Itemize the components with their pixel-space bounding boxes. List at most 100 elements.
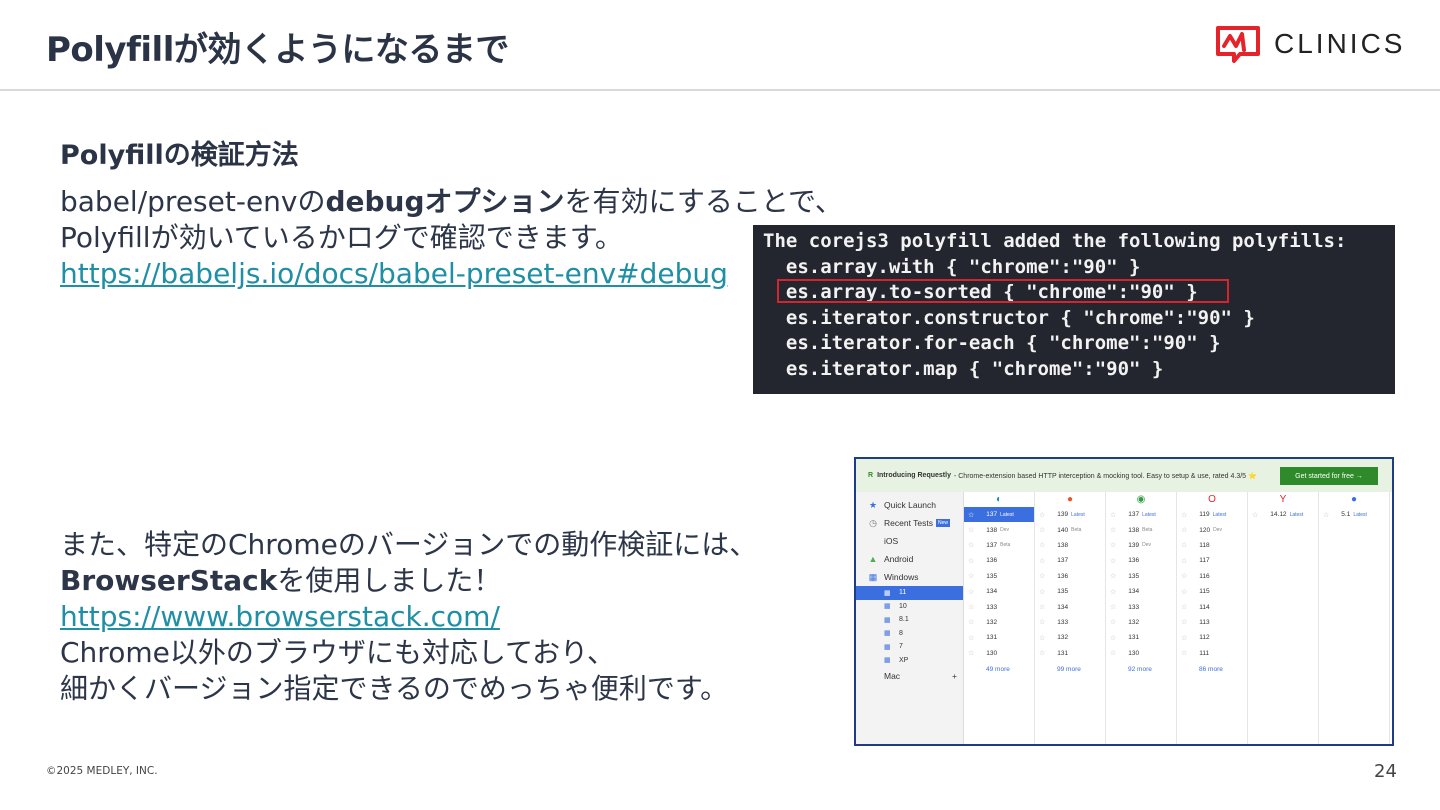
bs-version-row[interactable]: ☆ 130: [964, 646, 1034, 661]
bs-sidebar-item-mac[interactable]: Mac +: [856, 667, 963, 685]
star-icon[interactable]: ☆: [1039, 603, 1045, 611]
star-icon[interactable]: ☆: [968, 603, 974, 611]
star-icon[interactable]: ☆: [968, 649, 974, 657]
bs-windows-version[interactable]: ▦ 7: [856, 640, 963, 654]
bs-windows-version[interactable]: ▦ 8: [856, 627, 963, 641]
star-icon[interactable]: ☆: [968, 572, 974, 580]
star-icon[interactable]: ☆: [1181, 557, 1187, 565]
star-icon[interactable]: ☆: [968, 634, 974, 642]
star-icon[interactable]: ☆: [1181, 541, 1187, 549]
star-icon[interactable]: ☆: [968, 511, 974, 519]
bs-version-row[interactable]: ☆ 113: [1177, 615, 1247, 630]
star-icon[interactable]: ☆: [968, 541, 974, 549]
bs-version-row[interactable]: ☆ 120 Dev: [1177, 522, 1247, 537]
bs-version-row[interactable]: ☆ 131: [964, 630, 1034, 645]
bs-version-row[interactable]: ☆ 5.1 Latest: [1319, 507, 1389, 522]
bs-version-row[interactable]: ☆ 139 Latest: [1035, 507, 1105, 522]
bs-version-row[interactable]: ☆ 117: [1177, 553, 1247, 568]
bs-version-row[interactable]: ☆ 135: [964, 569, 1034, 584]
star-icon[interactable]: ☆: [1039, 649, 1045, 657]
star-icon[interactable]: ☆: [1252, 511, 1258, 519]
star-icon[interactable]: ☆: [1181, 526, 1187, 534]
star-icon[interactable]: ☆: [1039, 588, 1045, 596]
star-icon[interactable]: ☆: [1181, 618, 1187, 626]
bs-version-row[interactable]: ☆ 119 Latest: [1177, 507, 1247, 522]
star-icon[interactable]: ☆: [1181, 511, 1187, 519]
star-icon[interactable]: ☆: [1039, 634, 1045, 642]
star-icon[interactable]: ☆: [1110, 557, 1116, 565]
browserstack-link[interactable]: https://www.browserstack.com/: [60, 600, 500, 633]
star-icon[interactable]: ☆: [1110, 603, 1116, 611]
bs-version-row[interactable]: ☆ 134: [964, 584, 1034, 599]
star-icon[interactable]: ☆: [1110, 526, 1116, 534]
star-icon[interactable]: ☆: [1181, 572, 1187, 580]
bs-version-row[interactable]: ☆ 136: [1106, 553, 1176, 568]
bs-version-row[interactable]: ☆ 133: [964, 599, 1034, 614]
bs-version-row[interactable]: ☆ 134: [1035, 599, 1105, 614]
bs-version-row[interactable]: ☆ 132: [1106, 615, 1176, 630]
star-icon[interactable]: ☆: [968, 618, 974, 626]
bs-version-row[interactable]: ☆ 138 Beta: [1106, 522, 1176, 537]
star-icon[interactable]: ☆: [1110, 649, 1116, 657]
bs-sidebar-item[interactable]: ▦ Windows: [856, 568, 963, 586]
bs-version-row[interactable]: ☆ 135: [1035, 584, 1105, 599]
star-icon[interactable]: ☆: [1110, 572, 1116, 580]
star-icon[interactable]: ☆: [1039, 572, 1045, 580]
bs-version-row[interactable]: ☆ 14.12 Latest: [1248, 507, 1318, 522]
bs-version-row[interactable]: ☆ 136: [1035, 569, 1105, 584]
get-started-button[interactable]: Get started for free →: [1280, 467, 1378, 485]
bs-version-row[interactable]: ☆ 114: [1177, 599, 1247, 614]
star-icon[interactable]: ☆: [1039, 511, 1045, 519]
bs-more-link[interactable]: 86 more: [1177, 666, 1247, 673]
bs-version-row[interactable]: ☆ 116: [1177, 569, 1247, 584]
bs-windows-version[interactable]: ▦ 11: [856, 586, 963, 600]
bs-sidebar-item[interactable]: ▲ Android: [856, 550, 963, 568]
star-icon[interactable]: ☆: [1039, 526, 1045, 534]
bs-version-row[interactable]: ☆ 132: [964, 615, 1034, 630]
bs-version-row[interactable]: ☆ 137 Latest: [1106, 507, 1176, 522]
bs-version-row[interactable]: ☆ 131: [1106, 630, 1176, 645]
babel-docs-link[interactable]: https://babeljs.io/docs/babel-preset-env…: [60, 257, 728, 290]
bs-sidebar-item[interactable]: iOS: [856, 532, 963, 550]
bs-version-row[interactable]: ☆ 133: [1035, 615, 1105, 630]
bs-windows-version[interactable]: ▦ 8.1: [856, 613, 963, 627]
bs-version-row[interactable]: ☆ 138: [1035, 538, 1105, 553]
bs-more-link[interactable]: 99 more: [1035, 666, 1105, 673]
bs-version-row[interactable]: ☆ 134: [1106, 584, 1176, 599]
bs-version-row[interactable]: ☆ 140 Beta: [1035, 522, 1105, 537]
bs-version-row[interactable]: ☆ 139 Dev: [1106, 538, 1176, 553]
star-icon[interactable]: ☆: [968, 557, 974, 565]
star-icon[interactable]: ☆: [1181, 649, 1187, 657]
bs-windows-version[interactable]: ▦ XP: [856, 654, 963, 668]
bs-sidebar-item[interactable]: ★ Quick Launch: [856, 496, 963, 514]
bs-version-row[interactable]: ☆ 112: [1177, 630, 1247, 645]
bs-version-row[interactable]: ☆ 111: [1177, 646, 1247, 661]
bs-version-row[interactable]: ☆ 131: [1035, 646, 1105, 661]
bs-version-row[interactable]: ☆ 137: [1035, 553, 1105, 568]
star-icon[interactable]: ☆: [1181, 603, 1187, 611]
bs-version-row[interactable]: ☆ 133: [1106, 599, 1176, 614]
bs-version-row[interactable]: ☆ 115: [1177, 584, 1247, 599]
bs-version-row[interactable]: ☆ 130: [1106, 646, 1176, 661]
bs-version-row[interactable]: ☆ 137 Beta: [964, 538, 1034, 553]
bs-version-row[interactable]: ☆ 118: [1177, 538, 1247, 553]
star-icon[interactable]: ☆: [1039, 557, 1045, 565]
star-icon[interactable]: ☆: [1110, 541, 1116, 549]
star-icon[interactable]: ☆: [968, 526, 974, 534]
expand-plus-icon[interactable]: +: [952, 671, 957, 681]
bs-windows-version[interactable]: ▦ 10: [856, 600, 963, 614]
star-icon[interactable]: ☆: [1039, 541, 1045, 549]
star-icon[interactable]: ☆: [968, 588, 974, 596]
bs-sidebar-item[interactable]: ◷ Recent Tests New: [856, 514, 963, 532]
star-icon[interactable]: ☆: [1323, 511, 1329, 519]
star-icon[interactable]: ☆: [1110, 634, 1116, 642]
star-icon[interactable]: ☆: [1110, 588, 1116, 596]
star-icon[interactable]: ☆: [1110, 618, 1116, 626]
star-icon[interactable]: ☆: [1039, 618, 1045, 626]
star-icon[interactable]: ☆: [1110, 511, 1116, 519]
bs-more-link[interactable]: 92 more: [1106, 666, 1176, 673]
bs-version-row[interactable]: ☆ 137 Latest: [964, 507, 1034, 523]
star-icon[interactable]: ☆: [1181, 634, 1187, 642]
bs-version-row[interactable]: ☆ 136: [964, 553, 1034, 568]
star-icon[interactable]: ☆: [1181, 588, 1187, 596]
